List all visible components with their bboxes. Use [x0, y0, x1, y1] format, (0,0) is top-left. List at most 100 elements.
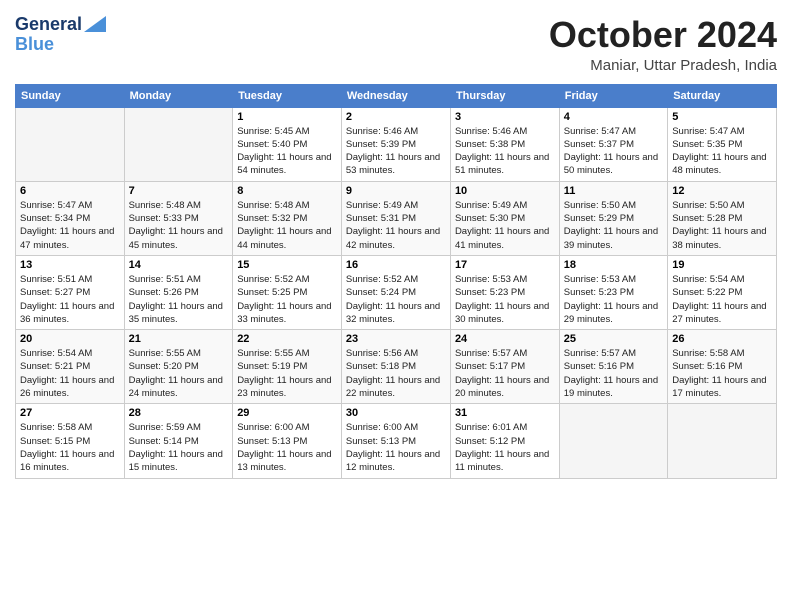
cell-content: Sunrise: 5:51 AMSunset: 5:27 PMDaylight:…	[20, 273, 120, 326]
month-title: October 2024	[549, 15, 777, 55]
calendar-cell: 8Sunrise: 5:48 AMSunset: 5:32 PMDaylight…	[233, 181, 342, 255]
week-row-5: 27 Sunrise: 5:58 AMSunset: 5:15 PMDayligh…	[16, 404, 777, 478]
calendar-cell: 6Sunrise: 5:47 AMSunset: 5:34 PMDaylight…	[16, 181, 125, 255]
calendar-cell: 12 Sunrise: 5:50 AMSunset: 5:28 PMDayligh…	[668, 181, 777, 255]
logo-icon	[84, 16, 106, 32]
calendar-cell: 13 Sunrise: 5:51 AMSunset: 5:27 PMDayligh…	[16, 255, 125, 329]
cell-content: Sunrise: 5:47 AMSunset: 5:35 PMDaylight:…	[672, 125, 772, 178]
week-row-3: 13 Sunrise: 5:51 AMSunset: 5:27 PMDayligh…	[16, 255, 777, 329]
header: General Blue October 2024 Maniar, Uttar …	[15, 15, 777, 74]
calendar-cell: 5 Sunrise: 5:47 AMSunset: 5:35 PMDaylight…	[668, 107, 777, 181]
week-row-2: 6Sunrise: 5:47 AMSunset: 5:34 PMDaylight…	[16, 181, 777, 255]
header-wednesday: Wednesday	[341, 84, 450, 107]
day-number: 21	[129, 333, 229, 345]
cell-content: Sunrise: 5:48 AMSunset: 5:32 PMDaylight:…	[237, 199, 337, 252]
calendar-cell: 15 Sunrise: 5:52 AMSunset: 5:25 PMDayligh…	[233, 255, 342, 329]
day-number: 17	[455, 259, 555, 271]
calendar: Sunday Monday Tuesday Wednesday Thursday…	[15, 84, 777, 479]
cell-content: Sunrise: 6:01 AMSunset: 5:12 PMDaylight:…	[455, 421, 555, 474]
cell-content: Sunrise: 5:45 AMSunset: 5:40 PMDaylight:…	[237, 125, 337, 178]
day-number: 26	[672, 333, 772, 345]
header-thursday: Thursday	[450, 84, 559, 107]
cell-content: Sunrise: 6:00 AMSunset: 5:13 PMDaylight:…	[346, 421, 446, 474]
calendar-cell	[559, 404, 667, 478]
cell-content: Sunrise: 5:47 AMSunset: 5:37 PMDaylight:…	[564, 125, 663, 178]
location: Maniar, Uttar Pradesh, India	[549, 57, 777, 74]
calendar-cell: 31 Sunrise: 6:01 AMSunset: 5:12 PMDayligh…	[450, 404, 559, 478]
title-block: October 2024 Maniar, Uttar Pradesh, Indi…	[549, 15, 777, 74]
day-number: 1	[237, 111, 337, 123]
calendar-cell: 24Sunrise: 5:57 AMSunset: 5:17 PMDayligh…	[450, 330, 559, 404]
cell-content: Sunrise: 5:48 AMSunset: 5:33 PMDaylight:…	[129, 199, 229, 252]
day-number: 12	[672, 185, 772, 197]
day-number: 5	[672, 111, 772, 123]
calendar-cell: 1 Sunrise: 5:45 AMSunset: 5:40 PMDaylight…	[233, 107, 342, 181]
day-number: 4	[564, 111, 663, 123]
header-tuesday: Tuesday	[233, 84, 342, 107]
logo: General Blue	[15, 15, 106, 55]
day-number: 15	[237, 259, 337, 271]
cell-content: Sunrise: 5:55 AMSunset: 5:19 PMDaylight:…	[237, 347, 337, 400]
calendar-cell: 25Sunrise: 5:57 AMSunset: 5:16 PMDayligh…	[559, 330, 667, 404]
calendar-cell: 16Sunrise: 5:52 AMSunset: 5:24 PMDayligh…	[341, 255, 450, 329]
calendar-cell: 2 Sunrise: 5:46 AMSunset: 5:39 PMDaylight…	[341, 107, 450, 181]
day-number: 29	[237, 407, 337, 419]
cell-content: Sunrise: 5:59 AMSunset: 5:14 PMDaylight:…	[129, 421, 229, 474]
calendar-cell: 20Sunrise: 5:54 AMSunset: 5:21 PMDayligh…	[16, 330, 125, 404]
cell-content: Sunrise: 5:50 AMSunset: 5:29 PMDaylight:…	[564, 199, 663, 252]
cell-content: Sunrise: 5:52 AMSunset: 5:25 PMDaylight:…	[237, 273, 337, 326]
calendar-cell: 28 Sunrise: 5:59 AMSunset: 5:14 PMDayligh…	[124, 404, 233, 478]
calendar-cell: 4 Sunrise: 5:47 AMSunset: 5:37 PMDaylight…	[559, 107, 667, 181]
week-row-1: 1 Sunrise: 5:45 AMSunset: 5:40 PMDaylight…	[16, 107, 777, 181]
cell-content: Sunrise: 5:49 AMSunset: 5:31 PMDaylight:…	[346, 199, 446, 252]
header-row: Sunday Monday Tuesday Wednesday Thursday…	[16, 84, 777, 107]
calendar-cell: 17 Sunrise: 5:53 AMSunset: 5:23 PMDayligh…	[450, 255, 559, 329]
day-number: 20	[20, 333, 120, 345]
calendar-cell: 10Sunrise: 5:49 AMSunset: 5:30 PMDayligh…	[450, 181, 559, 255]
calendar-cell: 3Sunrise: 5:46 AMSunset: 5:38 PMDaylight…	[450, 107, 559, 181]
cell-content: Sunrise: 5:51 AMSunset: 5:26 PMDaylight:…	[129, 273, 229, 326]
day-number: 14	[129, 259, 229, 271]
calendar-cell: 26 Sunrise: 5:58 AMSunset: 5:16 PMDayligh…	[668, 330, 777, 404]
header-friday: Friday	[559, 84, 667, 107]
cell-content: Sunrise: 5:49 AMSunset: 5:30 PMDaylight:…	[455, 199, 555, 252]
cell-content: Sunrise: 5:50 AMSunset: 5:28 PMDaylight:…	[672, 199, 772, 252]
day-number: 28	[129, 407, 229, 419]
day-number: 9	[346, 185, 446, 197]
day-number: 13	[20, 259, 120, 271]
calendar-cell: 22 Sunrise: 5:55 AMSunset: 5:19 PMDayligh…	[233, 330, 342, 404]
cell-content: Sunrise: 5:56 AMSunset: 5:18 PMDaylight:…	[346, 347, 446, 400]
cell-content: Sunrise: 5:46 AMSunset: 5:39 PMDaylight:…	[346, 125, 446, 178]
calendar-cell	[668, 404, 777, 478]
calendar-cell: 7 Sunrise: 5:48 AMSunset: 5:33 PMDaylight…	[124, 181, 233, 255]
day-number: 18	[564, 259, 663, 271]
calendar-body: 1 Sunrise: 5:45 AMSunset: 5:40 PMDaylight…	[16, 107, 777, 478]
calendar-header: Sunday Monday Tuesday Wednesday Thursday…	[16, 84, 777, 107]
logo-blue: Blue	[15, 35, 54, 55]
calendar-cell: 27 Sunrise: 5:58 AMSunset: 5:15 PMDayligh…	[16, 404, 125, 478]
cell-content: Sunrise: 5:46 AMSunset: 5:38 PMDaylight:…	[455, 125, 555, 178]
calendar-cell: 14 Sunrise: 5:51 AMSunset: 5:26 PMDayligh…	[124, 255, 233, 329]
day-number: 27	[20, 407, 120, 419]
header-saturday: Saturday	[668, 84, 777, 107]
page: General Blue October 2024 Maniar, Uttar …	[0, 0, 792, 612]
day-number: 16	[346, 259, 446, 271]
calendar-cell: 18Sunrise: 5:53 AMSunset: 5:23 PMDayligh…	[559, 255, 667, 329]
calendar-cell: 9 Sunrise: 5:49 AMSunset: 5:31 PMDaylight…	[341, 181, 450, 255]
cell-content: Sunrise: 5:57 AMSunset: 5:16 PMDaylight:…	[564, 347, 663, 400]
calendar-cell	[124, 107, 233, 181]
day-number: 30	[346, 407, 446, 419]
cell-content: Sunrise: 5:53 AMSunset: 5:23 PMDaylight:…	[455, 273, 555, 326]
cell-content: Sunrise: 5:47 AMSunset: 5:34 PMDaylight:…	[20, 199, 120, 252]
day-number: 2	[346, 111, 446, 123]
cell-content: Sunrise: 5:57 AMSunset: 5:17 PMDaylight:…	[455, 347, 555, 400]
calendar-cell: 19Sunrise: 5:54 AMSunset: 5:22 PMDayligh…	[668, 255, 777, 329]
header-monday: Monday	[124, 84, 233, 107]
cell-content: Sunrise: 5:58 AMSunset: 5:15 PMDaylight:…	[20, 421, 120, 474]
day-number: 7	[129, 185, 229, 197]
cell-content: Sunrise: 5:58 AMSunset: 5:16 PMDaylight:…	[672, 347, 772, 400]
day-number: 22	[237, 333, 337, 345]
logo-general: General	[15, 15, 82, 35]
day-number: 31	[455, 407, 555, 419]
calendar-cell: 23Sunrise: 5:56 AMSunset: 5:18 PMDayligh…	[341, 330, 450, 404]
